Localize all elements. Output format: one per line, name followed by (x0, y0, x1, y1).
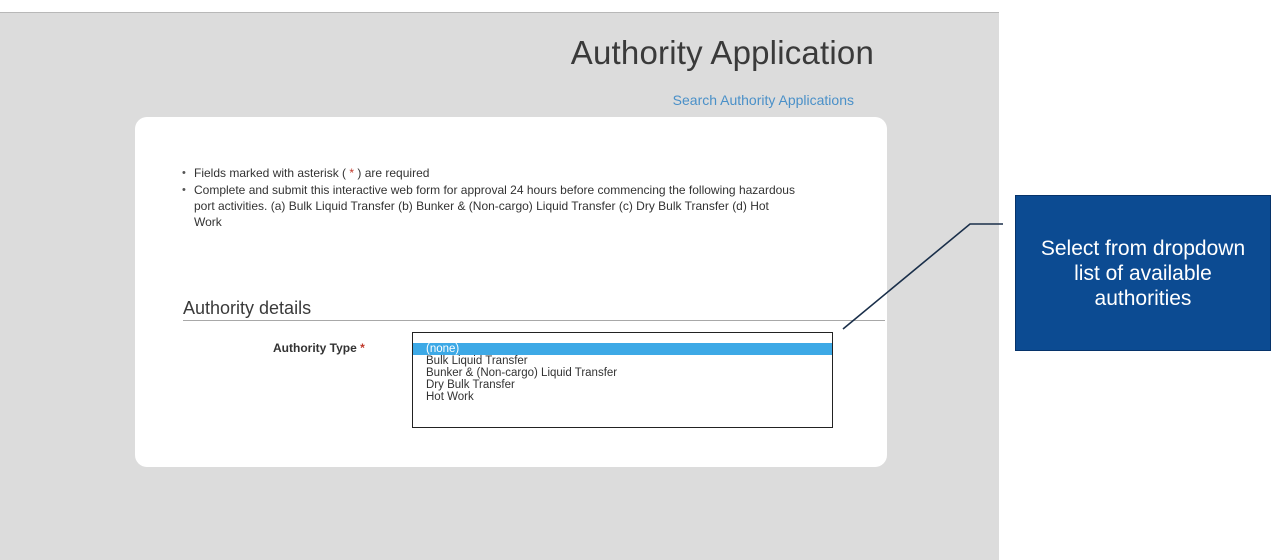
annotation-callout: Select from dropdown list of available a… (1015, 195, 1271, 351)
callout-text: Select from dropdown list of available a… (1040, 236, 1246, 310)
